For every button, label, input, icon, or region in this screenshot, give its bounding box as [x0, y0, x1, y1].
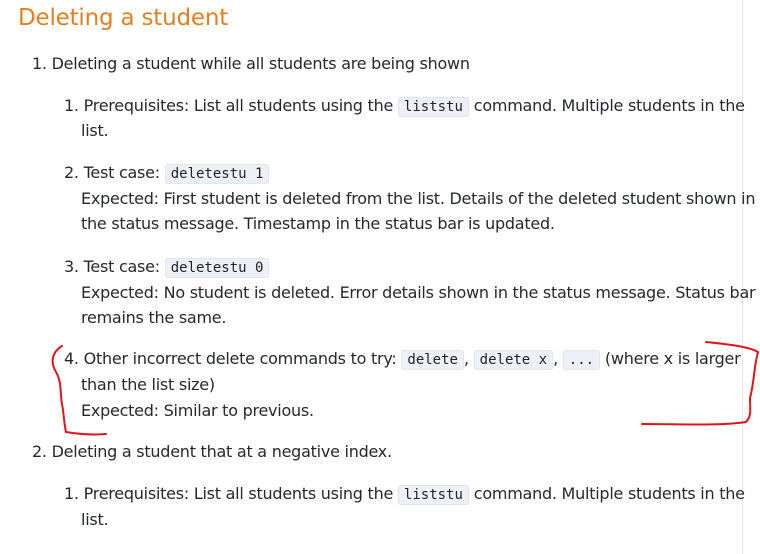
expected-line: Expected: First student is deleted from …: [81, 189, 756, 208]
expected-line: Expected: Similar to previous.: [81, 401, 314, 420]
sub-item-1-3: 3. Test case: deletestu 0: [64, 255, 270, 280]
inline-code-deletestu-1: deletestu 1: [164, 164, 270, 184]
sub-item-number: 3.: [64, 257, 79, 276]
sub-item-number: 4.: [64, 349, 79, 368]
sub-item-1-2: 2. Test case: deletestu 1: [64, 161, 270, 186]
list-item-number: 2.: [32, 442, 47, 461]
sub-item-2-1-continued: list.: [81, 510, 109, 529]
content-right-border: [742, 0, 743, 554]
sub-item-number: 2.: [64, 163, 79, 182]
list-item-2: 2. Deleting a student that at a negative…: [32, 440, 392, 464]
sub-item-text: command. Multiple students in the: [473, 96, 745, 115]
sub-item-1-4: 4. Other incorrect delete commands to tr…: [64, 347, 741, 372]
list-item-text: Deleting a student that at a negative in…: [51, 442, 393, 461]
expected-line: Expected: No student is deleted. Error d…: [81, 283, 756, 302]
inline-code-liststu: liststu: [397, 485, 469, 505]
list-item-text: Deleting a student while all students ar…: [51, 54, 470, 73]
sub-item-number: 1.: [64, 484, 79, 503]
section-heading: Deleting a student: [18, 5, 229, 31]
sub-item-text: (where x is larger: [604, 349, 741, 368]
sub-item-text: Prerequisites: List all students using t…: [83, 484, 394, 503]
sub-item-1-4-continued: than the list size): [81, 375, 215, 394]
sub-item-number: 1.: [64, 96, 79, 115]
sub-item-text: command. Multiple students in the: [473, 484, 745, 503]
inline-code-liststu: liststu: [397, 97, 469, 117]
list-item-1: 1. Deleting a student while all students…: [32, 52, 470, 76]
expected-line-continued: remains the same.: [81, 308, 227, 327]
inline-code-delete-x: delete x: [473, 350, 554, 370]
sub-item-2-1: 1. Prerequisites: List all students usin…: [64, 482, 745, 507]
inline-code-ellipsis: ...: [562, 350, 601, 370]
sub-item-text: Prerequisites: List all students using t…: [83, 96, 394, 115]
expected-line-continued: the status message. Timestamp in the sta…: [81, 214, 555, 233]
inline-code-delete: delete: [401, 350, 464, 370]
separator: ,: [463, 349, 469, 368]
sub-item-text: Test case:: [83, 257, 161, 276]
sub-item-text: Other incorrect delete commands to try:: [83, 349, 397, 368]
inline-code-deletestu-0: deletestu 0: [164, 258, 270, 278]
separator: ,: [553, 349, 558, 368]
list-item-number: 1.: [32, 54, 47, 73]
sub-item-1-1: 1. Prerequisites: List all students usin…: [64, 94, 745, 119]
sub-item-text: Test case:: [83, 163, 161, 182]
sub-item-1-1-continued: list.: [81, 121, 109, 140]
